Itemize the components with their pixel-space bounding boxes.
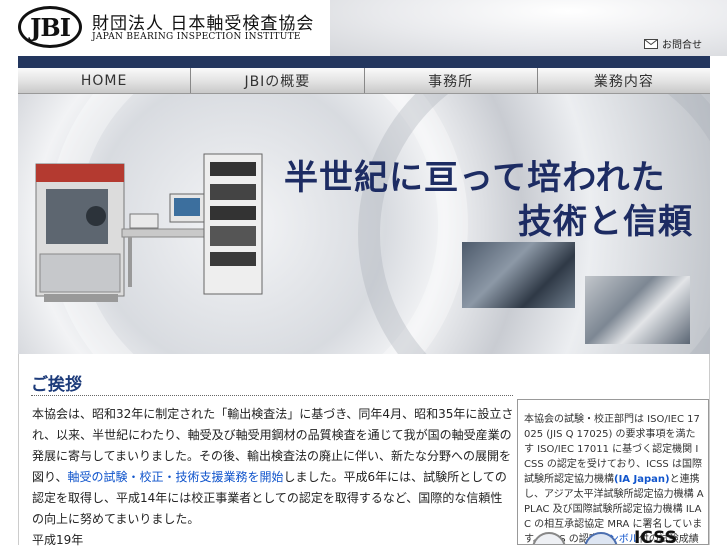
hero-tagline-line1: 半世紀に亘って培われた	[284, 158, 666, 198]
nav-item-home[interactable]: HOME	[18, 68, 192, 93]
nav-item-offices[interactable]: 事務所	[365, 68, 538, 93]
org-name-jp: 財団法人 日本軸受検査協会	[92, 14, 315, 34]
main-nav: HOME JBIの概要 事務所 業務内容	[18, 68, 710, 94]
logo-text: JBI	[30, 12, 71, 42]
greeting-title: ご挨拶	[31, 375, 82, 395]
contact-link[interactable]: お問合せ	[644, 36, 702, 51]
greeting-body: 本協会は、昭和32年に制定された「輸出検査法」に基づき、同年4月、昭和35年に設…	[32, 404, 514, 551]
ia-japan-link[interactable]: (IA Japan)	[614, 474, 670, 485]
accreditation-text: 本協会の試験・校正部門は ISO/IEC 17025 (JIS Q 17025)…	[524, 412, 704, 544]
hero-tagline-line2: 技術と信頼	[518, 202, 693, 242]
jbi-logo[interactable]: JBI	[18, 6, 82, 48]
header-divider-bar	[18, 56, 710, 68]
icss-logo[interactable]: ICSS	[634, 528, 677, 544]
nav-item-services[interactable]: 業務内容	[538, 68, 710, 93]
hero-banner: 半世紀に亘って培われた 技術と信頼	[18, 94, 710, 354]
nav-item-about[interactable]: JBIの概要	[191, 68, 365, 93]
services-link[interactable]: 軸受の試験・校正・技術支援業務を開始	[68, 470, 284, 484]
site-header: JBI 財団法人 日本軸受検査協会 JAPAN BEARING INSPECTI…	[0, 0, 727, 56]
mail-icon	[644, 38, 658, 49]
testing-equipment-image	[35, 153, 263, 302]
inspection-photo	[462, 242, 575, 308]
title-divider	[31, 395, 513, 396]
org-name-en: JAPAN BEARING INSPECTION INSTITUTE	[92, 32, 301, 42]
main-content: ご挨拶 本協会は、昭和32年に制定された「輸出検査法」に基づき、同年4月、昭和3…	[18, 354, 710, 547]
bearing-photo	[585, 276, 690, 344]
accreditation-box: 本協会の試験・校正部門は ISO/IEC 17025 (JIS Q 17025)…	[517, 399, 709, 545]
contact-label: お問合せ	[662, 40, 702, 51]
